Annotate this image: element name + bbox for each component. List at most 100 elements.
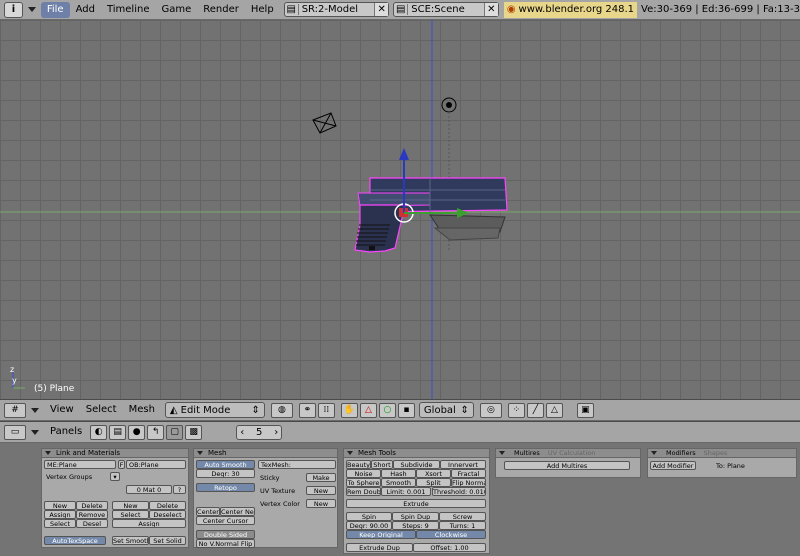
buttons-header-collapse-icon[interactable] — [31, 429, 39, 435]
no-vnormal-flip-toggle[interactable]: No V.Normal Flip — [196, 539, 255, 548]
add-multires-button[interactable]: Add Multires — [504, 461, 630, 470]
smooth-button[interactable]: Smooth — [381, 478, 416, 487]
menu-game[interactable]: Game — [155, 2, 197, 18]
3d-viewport[interactable]: z y (5) Plane — [0, 20, 800, 399]
short-toggle[interactable]: Short — [371, 460, 393, 469]
texmesh-field[interactable]: TexMesh: — [258, 460, 336, 469]
menu-select[interactable]: Select — [80, 402, 123, 418]
scene-name[interactable]: SCE:Scene — [408, 4, 484, 15]
vgroup-delete-button[interactable]: Delete — [76, 501, 108, 510]
limit-field[interactable]: Limit: 0.001 — [381, 487, 431, 496]
grid-snap-icon[interactable]: ⁞⁞ — [317, 402, 335, 418]
script-context-icon[interactable]: ▤ — [109, 424, 127, 440]
scale-manipulator-icon[interactable]: ▪ — [397, 402, 415, 418]
autotexspace-toggle[interactable]: AutoTexSpace — [44, 536, 106, 545]
subdivide-button[interactable]: Subdivide — [393, 460, 440, 469]
material-delete-button[interactable]: Delete — [149, 501, 186, 510]
object-context-icon[interactable]: ↰ — [147, 424, 165, 440]
fractal-button[interactable]: Fractal — [451, 469, 486, 478]
menu-mesh[interactable]: Mesh — [123, 402, 161, 418]
screen-close-icon[interactable]: ✕ — [374, 3, 389, 16]
uv-texture-new-button[interactable]: New — [306, 486, 336, 495]
steps-field[interactable]: Steps: 9 — [392, 521, 439, 530]
object-name-field[interactable]: OB:Plane — [126, 460, 186, 469]
view-window-type-icon[interactable]: # — [4, 402, 26, 418]
panel-collapse-icon[interactable] — [347, 451, 353, 455]
add-modifier-button[interactable]: Add Modifier — [650, 461, 696, 470]
viewport-scene[interactable]: z y — [0, 20, 800, 399]
menu-timeline[interactable]: Timeline — [101, 2, 156, 18]
split-button[interactable]: Split — [416, 478, 451, 487]
set-smooth-button[interactable]: Set Smooth — [112, 536, 149, 545]
screen-browse-icon[interactable]: ▤ — [285, 4, 299, 15]
fake-user-button[interactable]: F — [118, 460, 125, 469]
mesh-tools-header[interactable]: Mesh Tools — [344, 449, 489, 458]
view-header-collapse-icon[interactable] — [31, 407, 39, 413]
vertex-group-browse-icon[interactable]: ▾ — [110, 472, 120, 481]
extrude-dup-button[interactable]: Extrude Dup — [346, 543, 413, 552]
screen-name[interactable]: SR:2-Model — [299, 4, 375, 15]
screw-button[interactable]: Screw — [439, 512, 486, 521]
menu-file[interactable]: File — [40, 1, 70, 18]
header-collapse-icon[interactable] — [27, 7, 36, 12]
spin-dup-button[interactable]: Spin Dup — [392, 512, 439, 521]
panel-collapse-icon[interactable] — [499, 451, 505, 455]
shading-context-icon[interactable]: ● — [128, 424, 146, 440]
panel-collapse-icon[interactable] — [197, 451, 203, 455]
hand-manipulator-icon[interactable]: ✋ — [340, 402, 358, 418]
turns-field[interactable]: Turns: 1 — [439, 521, 486, 530]
rotate-manipulator-icon[interactable]: ○ — [378, 402, 396, 418]
mode-select[interactable]: ◭ Edit Mode ⇕ — [164, 402, 265, 418]
scene-close-icon[interactable]: ✕ — [483, 3, 498, 16]
rem-doubl-button[interactable]: Rem Doubl — [346, 487, 381, 496]
draw-type-icon[interactable]: ◍ — [270, 402, 293, 418]
offset-field[interactable]: Offset: 1.00 — [413, 543, 486, 552]
mesh-panel-header[interactable]: Mesh — [194, 449, 337, 458]
material-new-button[interactable]: New — [112, 501, 149, 510]
keep-original-toggle[interactable]: Keep Original — [346, 530, 416, 539]
material-select-button[interactable]: Select — [112, 510, 149, 519]
menu-help[interactable]: Help — [245, 2, 280, 18]
extrude-button[interactable]: Extrude — [346, 499, 486, 508]
frame-increment-icon[interactable]: › — [274, 427, 278, 438]
scene-selector[interactable]: ▤ SCE:Scene ✕ — [393, 2, 499, 17]
mesh-datablock-field[interactable]: ME:Plane — [44, 460, 116, 469]
translate-manipulator-icon[interactable]: △ — [359, 402, 377, 418]
vgroup-desel-button[interactable]: Desel — [76, 519, 108, 528]
material-index-field[interactable]: 0 Mat 0 — [126, 485, 172, 494]
retopo-toggle[interactable]: Retopo — [196, 483, 255, 492]
scene-browse-icon[interactable]: ▤ — [394, 4, 409, 15]
double-sided-toggle[interactable]: Double Sided — [196, 530, 255, 539]
panel-collapse-icon[interactable] — [651, 451, 657, 455]
hash-button[interactable]: Hash — [381, 469, 416, 478]
threshold-field[interactable]: Threshold: 0.010 — [432, 487, 486, 496]
link-materials-header[interactable]: Link and Materials — [42, 449, 188, 458]
menu-panels[interactable]: Panels — [44, 424, 88, 440]
spin-button[interactable]: Spin — [346, 512, 392, 521]
menu-render[interactable]: Render — [197, 2, 245, 18]
sticky-make-button[interactable]: Make — [306, 473, 336, 482]
scene-context-icon[interactable]: ▩ — [185, 424, 203, 440]
material-assign-button[interactable]: Assign — [112, 519, 186, 528]
vertex-color-new-button[interactable]: New — [306, 499, 336, 508]
center-button[interactable]: Center — [196, 507, 220, 516]
tab-uv-calculation[interactable]: UV Calculation — [544, 449, 600, 457]
center-new-button[interactable]: Center New — [220, 507, 255, 516]
auto-smooth-toggle[interactable]: Auto Smooth — [196, 460, 255, 469]
menu-view[interactable]: View — [44, 402, 80, 418]
vgroup-new-button[interactable]: New — [44, 501, 76, 510]
center-cursor-button[interactable]: Center Cursor — [196, 516, 255, 525]
render-preview-icon[interactable]: ▣ — [576, 402, 594, 418]
editing-context-icon[interactable]: ▢ — [166, 424, 184, 440]
beauty-toggle[interactable]: Beauty — [346, 460, 371, 469]
tab-modifiers[interactable]: Modifiers — [662, 449, 700, 457]
vgroup-assign-button[interactable]: Assign — [44, 510, 76, 519]
xsort-button[interactable]: Xsort — [416, 469, 451, 478]
proportional-edit-icon[interactable]: ◎ — [479, 402, 502, 418]
tab-shapes[interactable]: Shapes — [700, 449, 732, 457]
panel-collapse-icon[interactable] — [45, 451, 51, 455]
vertex-select-icon[interactable]: ⁘ — [507, 402, 525, 418]
pivot-icon[interactable]: ⚭ — [298, 402, 316, 418]
vgroup-select-button[interactable]: Select — [44, 519, 76, 528]
logic-context-icon[interactable]: ◐ — [90, 424, 108, 440]
